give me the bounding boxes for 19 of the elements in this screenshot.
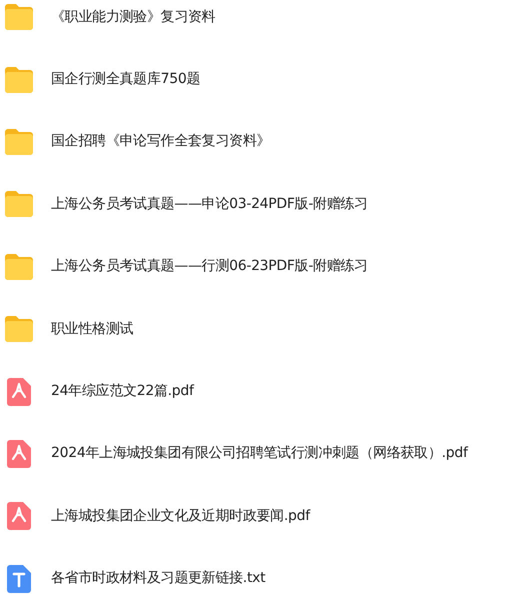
folder-icon: [3, 315, 35, 344]
file-name[interactable]: 国企招聘《申论写作全套复习资料》: [51, 131, 270, 152]
file-name[interactable]: 职业性格测试: [51, 318, 134, 340]
file-name[interactable]: 上海城投集团企业文化及近期时政要闻.pdf: [51, 506, 310, 527]
folder-icon: [3, 252, 35, 281]
folder-icon: [3, 66, 35, 94]
file-name[interactable]: 国企行测全真题库750题: [51, 69, 200, 90]
file-name[interactable]: 24年综应范文22篇.pdf: [51, 381, 194, 402]
pdf-file-icon: [7, 378, 31, 406]
file-name[interactable]: 上海公务员考试真题——行测06-23PDF版-附赠练习: [51, 256, 368, 278]
pdf-file-icon: [7, 502, 31, 530]
folder-icon: [3, 128, 35, 156]
folder-icon: [3, 3, 35, 32]
pdf-file-icon: [7, 440, 31, 468]
file-name[interactable]: 各省市时政材料及习题更新链接.txt: [51, 568, 266, 590]
file-name[interactable]: 上海公务员考试真题——申论03-24PDF版-附赠练习: [51, 194, 368, 215]
folder-icon: [3, 190, 35, 218]
file-name[interactable]: 《职业能力测验》复习资料: [51, 6, 216, 28]
file-name[interactable]: 2024年上海城投集团有限公司招聘笔试行测冲刺题（网络获取）.pdf: [51, 443, 468, 464]
